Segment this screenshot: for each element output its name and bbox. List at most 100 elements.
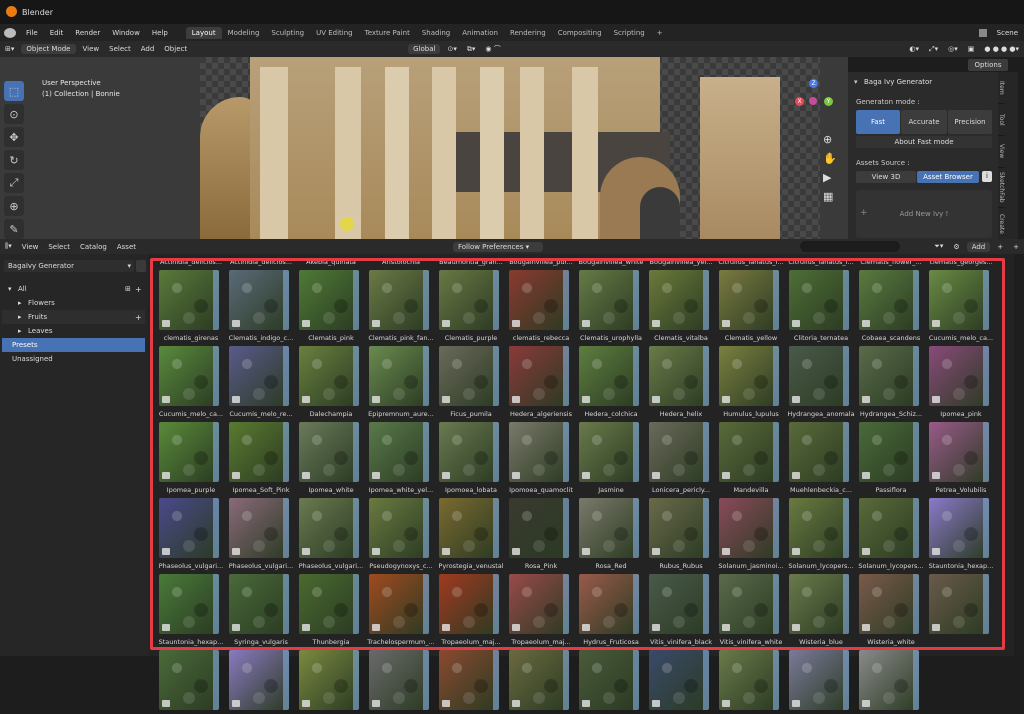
asset-thumbnail[interactable] <box>719 498 779 558</box>
asset-item[interactable]: Mandevilla <box>716 486 779 562</box>
asset-item[interactable]: Cucumis_melo_ca... <box>926 334 993 410</box>
ab-menu-view[interactable]: View <box>17 243 44 251</box>
asset-item[interactable]: Ipomoea_quamoclit <box>506 486 573 562</box>
asset-thumbnail[interactable] <box>579 422 639 482</box>
asset-thumbnail[interactable] <box>369 270 429 330</box>
asset-item[interactable]: Cucumis_melo_re... <box>226 410 293 486</box>
menu-edit[interactable]: Edit <box>44 29 70 37</box>
orientation-dropdown[interactable]: Global <box>408 44 441 54</box>
asset-item[interactable]: Clematis_indigo_c... <box>226 334 293 410</box>
info-icon[interactable]: i <box>982 171 992 182</box>
asset-item[interactable]: Citrullus_lanatus_l... <box>786 258 854 334</box>
gizmo-y-axis-icon[interactable]: Y <box>824 97 833 106</box>
mode-fast-button[interactable]: Fast <box>856 110 900 134</box>
asset-thumbnail[interactable] <box>229 574 289 634</box>
asset-item[interactable]: Hedera_helix <box>646 410 709 486</box>
catalog-item-leaves[interactable]: ▸ Leaves <box>2 324 145 338</box>
ruin-building-model[interactable] <box>200 57 780 239</box>
editor-type-icon[interactable]: ⊞▾ <box>0 45 19 53</box>
tab-layout[interactable]: Layout <box>185 26 222 39</box>
asset-item[interactable]: Stauntonia_hexap... <box>926 562 993 638</box>
gizmo-x-axis-icon[interactable]: X <box>795 97 804 106</box>
asset-thumbnail[interactable] <box>579 498 639 558</box>
tab-sketchfab[interactable]: SketchFab <box>998 168 1005 208</box>
editor-type-asset-icon[interactable]: ⫼▾ <box>0 242 17 251</box>
asset-thumbnail[interactable] <box>159 422 219 482</box>
asset-item[interactable]: Hydrangea_anomala <box>786 410 855 486</box>
asset-item[interactable]: Dalechampia <box>296 410 359 486</box>
asset-thumbnail[interactable] <box>859 574 919 634</box>
asset-item[interactable]: Ipomea_Soft_Pink <box>226 486 290 562</box>
add-new-ivy-button[interactable]: + Add New Ivy ! <box>856 190 992 238</box>
asset-thumbnail[interactable] <box>859 650 919 710</box>
asset-thumbnail[interactable] <box>509 498 569 558</box>
asset-item[interactable]: Pseudogynoxys_c... <box>366 562 433 638</box>
tab-texture-paint[interactable]: Texture Paint <box>359 27 416 39</box>
asset-thumbnail[interactable] <box>929 270 989 330</box>
asset-item[interactable]: Clematis_flower_... <box>856 258 922 334</box>
asset-item[interactable]: Actinidia_delicios... <box>156 258 222 334</box>
asset-item[interactable]: Syringa_vulgaris <box>226 638 289 714</box>
asset-thumbnail[interactable] <box>439 422 499 482</box>
asset-thumbnail[interactable] <box>509 346 569 406</box>
asset-thumbnail[interactable] <box>649 574 709 634</box>
add-asset-button[interactable]: Add <box>966 241 991 252</box>
tab-uv-editing[interactable]: UV Editing <box>310 27 359 39</box>
annotate-tool-icon[interactable]: ✎ <box>4 219 24 239</box>
asset-item[interactable]: Cobaea_scandens <box>856 334 920 410</box>
source-view3d-button[interactable]: View 3D <box>856 171 916 183</box>
asset-thumbnail[interactable] <box>299 270 359 330</box>
asset-thumbnail[interactable] <box>789 498 849 558</box>
asset-thumbnail[interactable] <box>719 270 779 330</box>
asset-thumbnail[interactable] <box>789 270 849 330</box>
asset-thumbnail[interactable] <box>369 574 429 634</box>
asset-thumbnail[interactable] <box>649 650 709 710</box>
asset-thumbnail[interactable] <box>229 270 289 330</box>
ab-menu-catalog[interactable]: Catalog <box>75 243 112 251</box>
source-asset-browser-button[interactable]: Asset Browser <box>917 171 979 183</box>
select-box-tool-icon[interactable]: ⬚ <box>4 81 24 101</box>
asset-thumbnail[interactable] <box>789 574 849 634</box>
plus-add-icon[interactable]: + <box>992 243 1008 251</box>
asset-thumbnail[interactable] <box>159 498 219 558</box>
asset-item[interactable]: Tropaeolum_maj... <box>436 638 501 714</box>
rotate-tool-icon[interactable]: ↻ <box>4 150 24 170</box>
asset-item[interactable]: Ipomoea_lobata <box>436 486 499 562</box>
asset-item[interactable]: Tropaeolum_maj... <box>506 638 571 714</box>
camera-icon[interactable]: ▶ <box>823 171 831 184</box>
3d-viewport[interactable]: User Perspective (1) Collection | Bonnie… <box>0 57 848 239</box>
asset-thumbnail[interactable] <box>229 422 289 482</box>
asset-item[interactable]: Lonicera_pericly... <box>646 486 710 562</box>
asset-thumbnail[interactable] <box>439 650 499 710</box>
asset-item[interactable]: Pyrostegia_venustal <box>436 562 504 638</box>
asset-thumbnail[interactable] <box>649 346 709 406</box>
asset-search-input[interactable] <box>800 241 900 252</box>
visibility-icon[interactable]: ◐▾ <box>904 45 924 53</box>
asset-thumbnail[interactable] <box>439 270 499 330</box>
filter-icon[interactable]: ⏷▾ <box>929 242 948 251</box>
menu-file[interactable]: File <box>20 29 44 37</box>
asset-item[interactable]: Actinidia_delicios... <box>226 258 292 334</box>
asset-item[interactable]: Humulus_lupulus <box>716 410 779 486</box>
asset-item[interactable]: Clematis_vitalba <box>646 334 709 410</box>
asset-item[interactable]: Solanum_jasminoi... <box>716 562 784 638</box>
catalog-item-flowers[interactable]: ▸ Flowers <box>2 296 145 310</box>
asset-item[interactable]: Hedera_colchica <box>576 410 639 486</box>
cursor-tool-icon[interactable]: ⊙ <box>4 104 24 124</box>
object-mode-dropdown[interactable]: Object Mode <box>21 44 76 54</box>
asset-item[interactable]: Stauntonia_hexap... <box>156 638 223 714</box>
tab-create[interactable]: Create <box>998 208 1005 240</box>
catalog-item-fruits[interactable]: ▸ Fruits + <box>2 310 145 324</box>
asset-item[interactable]: clematis_rebecca <box>506 334 569 410</box>
asset-thumbnail[interactable] <box>859 346 919 406</box>
asset-thumbnail[interactable] <box>299 574 359 634</box>
asset-thumbnail[interactable] <box>579 270 639 330</box>
tab-modeling[interactable]: Modeling <box>222 27 266 39</box>
navigation-gizmo[interactable]: Z X Y <box>793 79 833 119</box>
asset-item[interactable]: Clitoria_ternatea <box>786 334 849 410</box>
menu-object[interactable]: Object <box>159 45 192 53</box>
asset-thumbnail[interactable] <box>509 650 569 710</box>
tab-shading[interactable]: Shading <box>416 27 456 39</box>
asset-thumbnail[interactable] <box>789 422 849 482</box>
asset-item[interactable]: Clematis_urophylla <box>576 334 642 410</box>
